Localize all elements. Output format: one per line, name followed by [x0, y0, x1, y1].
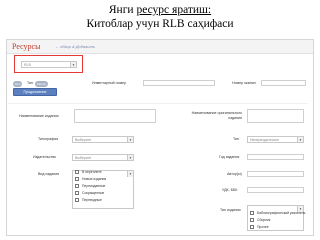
- slide-title-prefix: Янги: [108, 4, 137, 16]
- inventory-number-label: Инвентарный номер: [92, 81, 127, 85]
- slide-title-line-2: Китоблар учун RLB саҳифаси: [86, 18, 234, 30]
- checkbox[interactable]: [250, 218, 254, 223]
- type-select[interactable]: Непериодическое ▾: [247, 136, 304, 143]
- divider: [8, 103, 308, 104]
- pubtype-item[interactable]: Прочее: [250, 225, 269, 230]
- author-input[interactable]: [247, 171, 304, 177]
- pubtype-item-label: Прочее: [257, 225, 269, 229]
- formats-item-label: Сокращенные: [82, 191, 105, 195]
- formats-item-label: Переизданные: [82, 184, 106, 188]
- slide-title-link: ресурс яратиш:: [136, 4, 212, 16]
- formats-list[interactable]: ▾: [72, 170, 134, 209]
- breadcrumb[interactable]: ← обзор & Добавить: [55, 44, 95, 49]
- publisher-label: Издательство: [33, 155, 56, 159]
- formats-item-label: Новые издания: [82, 177, 107, 181]
- pubtype-item[interactable]: Библиографический указатель: [250, 211, 305, 216]
- copy-number-input[interactable]: [261, 80, 306, 86]
- checkbox[interactable]: [250, 225, 254, 230]
- pubtype-item-label: Библиографический указатель: [257, 211, 306, 215]
- checkbox[interactable]: [250, 211, 254, 216]
- typography-select[interactable]: Выберите ▾: [72, 136, 134, 143]
- pubtype-item-label: Сборник: [257, 218, 271, 222]
- toggle-type-label: Тип: [27, 81, 33, 85]
- formats-item[interactable]: Новые издания: [75, 177, 106, 182]
- formats-item[interactable]: В переплете: [75, 170, 102, 175]
- continue-button[interactable]: Продолжение: [13, 88, 57, 96]
- typography-label: Типография: [38, 137, 59, 141]
- inventory-number-input[interactable]: [143, 80, 215, 86]
- original-title-textarea[interactable]: [247, 109, 304, 123]
- publisher-value: Выберите: [75, 156, 92, 160]
- formats-item-label: Переводные: [82, 198, 102, 202]
- udk-label: УДК, ББК: [222, 188, 238, 192]
- formats-item-label: В переплете: [82, 170, 102, 174]
- formats-item[interactable]: Переводные: [75, 198, 102, 203]
- checkbox[interactable]: [75, 177, 79, 182]
- title-label: Наименование издания: [19, 114, 59, 118]
- year-input[interactable]: [247, 154, 304, 160]
- formats-label: Вид издания: [38, 172, 60, 176]
- chevron-down-icon: ▾: [127, 155, 133, 160]
- formats-item[interactable]: Сокращенные: [75, 191, 104, 196]
- pubtype-label: Тип издания: [220, 208, 241, 212]
- checkbox[interactable]: [75, 184, 79, 189]
- highlight-box: [14, 55, 83, 73]
- formats-item[interactable]: Переизданные: [75, 184, 105, 189]
- type-value: Непериодическое: [250, 138, 280, 142]
- chevron-down-icon: ▾: [127, 171, 133, 177]
- checkbox[interactable]: [75, 170, 79, 175]
- slide-title: Янги ресурс яратиш: Китоблар учун RLB са…: [0, 3, 320, 31]
- type-label: Тип: [233, 137, 239, 141]
- form-title: Ресурсы: [12, 42, 41, 51]
- form-header: Ресурсы ← обзор & Добавить: [7, 40, 313, 54]
- title-textarea[interactable]: [74, 109, 156, 123]
- chevron-down-icon: ▾: [297, 137, 303, 142]
- chevron-down-icon: ▾: [127, 137, 133, 142]
- original-title-label: Наименование оригинального издания: [191, 111, 242, 120]
- pubtype-item[interactable]: Сборник: [250, 218, 270, 223]
- typography-value: Выберите: [75, 138, 92, 142]
- slide-title-line-1: Янги ресурс яратиш:: [0, 3, 320, 17]
- checkbox[interactable]: [75, 198, 79, 203]
- toggle-label[interactable]: Метка: [35, 81, 48, 87]
- year-label: Год издания: [219, 155, 240, 159]
- publisher-select[interactable]: Выберите ▾: [72, 154, 134, 161]
- author-label: Автор(ы): [227, 172, 242, 176]
- checkbox[interactable]: [75, 191, 79, 196]
- udk-input[interactable]: [247, 187, 304, 193]
- copy-number-label: Номер экземп.: [232, 81, 257, 85]
- toggle-pos[interactable]: Пос: [13, 81, 23, 87]
